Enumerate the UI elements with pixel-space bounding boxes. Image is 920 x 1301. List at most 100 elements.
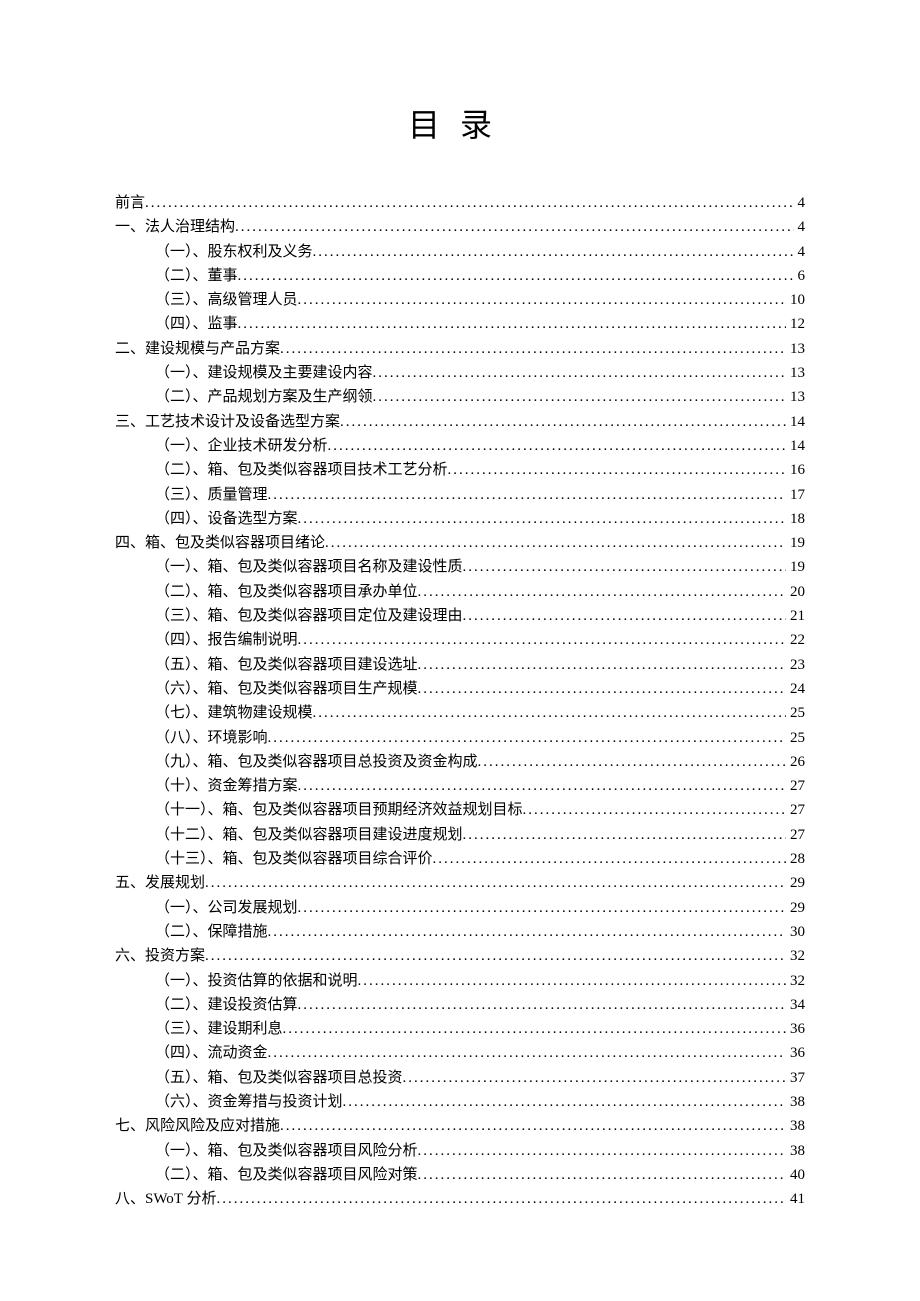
toc-entry-label: （四）、监事 [155, 312, 238, 336]
toc-entry: 五、发展规划29 [115, 871, 805, 895]
toc-entry-page: 29 [786, 896, 805, 920]
toc-leader-dots [298, 507, 786, 531]
toc-leader-dots [325, 531, 786, 555]
toc-entry-label: 四、箱、包及类似容器项目绪论 [115, 531, 325, 555]
toc-entry-label: 六、投资方案 [115, 944, 205, 968]
page-title: 目录 [115, 100, 805, 146]
toc-entry: （二）、建设投资估算34 [115, 993, 805, 1017]
toc-entry-page: 40 [786, 1163, 805, 1187]
toc-entry-label: （七）、建筑物建设规模 [155, 701, 313, 725]
toc-entry-page: 37 [786, 1066, 805, 1090]
toc-entry-page: 17 [786, 483, 805, 507]
toc-entry-label: （二）、产品规划方案及生产纲领 [155, 385, 373, 409]
toc-entry: 七、风险风险及应对措施 38 [115, 1114, 805, 1138]
toc-entry: （十三）、箱、包及类似容器项目综合评价 28 [115, 847, 805, 871]
toc-entry: 前言4 [115, 191, 805, 215]
toc-leader-dots [313, 701, 786, 725]
toc-entry-page: 13 [786, 385, 805, 409]
toc-entry-page: 13 [786, 337, 805, 361]
toc-leader-dots [280, 337, 786, 361]
toc-leader-dots [268, 483, 786, 507]
toc-leader-dots [235, 215, 793, 239]
toc-entry-page: 25 [786, 726, 805, 750]
toc-leader-dots [448, 458, 786, 482]
toc-entry: 四、箱、包及类似容器项目绪论 19 [115, 531, 805, 555]
toc-entry: （三）、高级管理人员 10 [115, 288, 805, 312]
toc-leader-dots [298, 993, 786, 1017]
toc-entry-page: 36 [786, 1017, 805, 1041]
toc-entry-label: （二）、箱、包及类似容器项目风险对策 [155, 1163, 418, 1187]
toc-entry-page: 38 [786, 1090, 805, 1114]
toc-entry: （三）、箱、包及类似容器项目定位及建设理由 21 [115, 604, 805, 628]
toc-entry: 六、投资方案32 [115, 944, 805, 968]
toc-entry-page: 30 [786, 920, 805, 944]
toc-leader-dots [283, 1017, 786, 1041]
toc-entry-label: （八）、环境影响 [155, 726, 268, 750]
toc-entry-label: （六）、箱、包及类似容器项目生产规模 [155, 677, 418, 701]
toc-leader-dots [418, 1139, 786, 1163]
toc-entry-label: （二）、箱、包及类似容器项目承办单位 [155, 580, 418, 604]
toc-entry-page: 32 [786, 969, 805, 993]
toc-leader-dots [216, 1187, 786, 1211]
toc-entry: （一）、箱、包及类似容器项目名称及建设性质19 [115, 555, 805, 579]
toc-leader-dots [373, 361, 786, 385]
toc-entry-label: （一）、建设规模及主要建设内容 [155, 361, 373, 385]
toc-entry-page: 10 [786, 288, 805, 312]
toc-entry: （六）、箱、包及类似容器项目生产规模24 [115, 677, 805, 701]
toc-entry-page: 13 [786, 361, 805, 385]
toc-entry-page: 34 [786, 993, 805, 1017]
toc-entry-label: 三、工艺技术设计及设备选型方案 [115, 410, 340, 434]
toc-entry-label: 二、建设规模与产品方案 [115, 337, 280, 361]
toc-leader-dots [205, 944, 786, 968]
toc-entry-page: 23 [786, 653, 805, 677]
toc-entry-label: 一、法人治理结构 [115, 215, 235, 239]
toc-entry-label: 前言 [115, 191, 145, 215]
toc-entry: （一）、公司发展规划 29 [115, 896, 805, 920]
toc-entry-label: （六）、资金筹措与投资计划 [155, 1090, 343, 1114]
toc-entry: （四）、流动资金36 [115, 1041, 805, 1065]
toc-entry-page: 19 [786, 531, 805, 555]
toc-entry-page: 27 [786, 798, 805, 822]
toc-entry: （十一）、箱、包及类似容器项目预期经济效益规划目标27 [115, 798, 805, 822]
toc-leader-dots [298, 628, 786, 652]
toc-entry-page: 26 [786, 750, 805, 774]
toc-entry-page: 22 [786, 628, 805, 652]
toc-entry: （二）、箱、包及类似容器项目承办单位 20 [115, 580, 805, 604]
toc-entry: （五）、箱、包及类似容器项目总投资37 [115, 1066, 805, 1090]
toc-entry: （三）、建设期利息36 [115, 1017, 805, 1041]
toc-entry-label: （五）、箱、包及类似容器项目建设选址 [155, 653, 418, 677]
toc-leader-dots [268, 726, 786, 750]
toc-leader-dots [418, 580, 786, 604]
toc-entry: （五）、箱、包及类似容器项目建设选址 23 [115, 653, 805, 677]
toc-entry-page: 27 [786, 823, 805, 847]
toc-entry-page: 28 [786, 847, 805, 871]
toc-entry: （一）、股东权利及义务4 [115, 240, 805, 264]
toc-entry-page: 21 [786, 604, 805, 628]
toc-entry-label: 八、SWoT 分析 [115, 1187, 216, 1211]
toc-entry-page: 18 [786, 507, 805, 531]
toc-entry-label: （一）、公司发展规划 [155, 896, 298, 920]
toc-entry-label: （三）、箱、包及类似容器项目定位及建设理由 [155, 604, 463, 628]
toc-leader-dots [463, 823, 786, 847]
toc-entry-label: （十三）、箱、包及类似容器项目综合评价 [155, 847, 433, 871]
toc-entry-page: 38 [786, 1139, 805, 1163]
toc-entry: 一、法人治理结构4 [115, 215, 805, 239]
toc-leader-dots [373, 385, 786, 409]
toc-entry-page: 29 [786, 871, 805, 895]
toc-leader-dots [238, 264, 794, 288]
toc-entry-label: （三）、高级管理人员 [155, 288, 298, 312]
toc-entry-page: 20 [786, 580, 805, 604]
toc-entry-page: 16 [786, 458, 805, 482]
toc-entry-page: 6 [794, 264, 806, 288]
toc-entry-label: （四）、报告编制说明 [155, 628, 298, 652]
toc-entry-page: 38 [786, 1114, 805, 1138]
toc-entry: （四）、设备选型方案18 [115, 507, 805, 531]
toc-entry-label: 七、风险风险及应对措施 [115, 1114, 280, 1138]
toc-entry-label: （二）、箱、包及类似容器项目技术工艺分析 [155, 458, 448, 482]
toc-leader-dots [238, 312, 786, 336]
toc-leader-dots [418, 1163, 786, 1187]
toc-leader-dots [403, 1066, 786, 1090]
toc-entry: （三）、质量管理17 [115, 483, 805, 507]
toc-entry-page: 19 [786, 555, 805, 579]
toc-entry: 八、SWoT 分析41 [115, 1187, 805, 1211]
